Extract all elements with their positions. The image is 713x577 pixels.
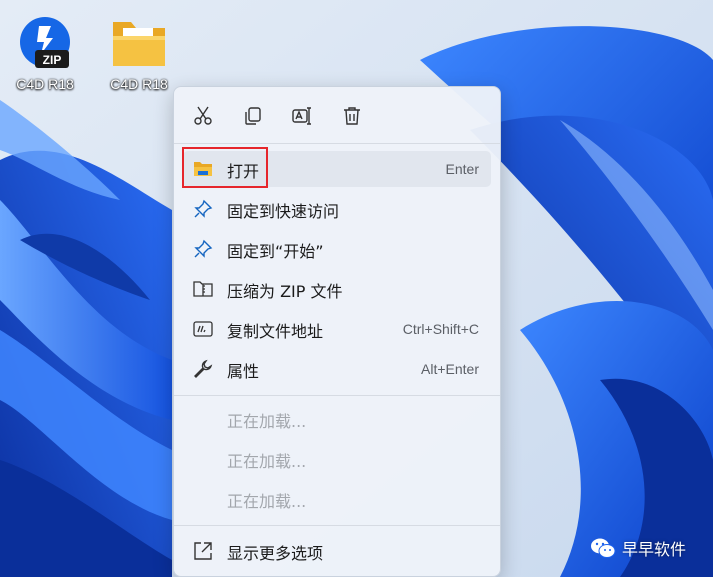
menu-item-shortcut: Alt+Enter bbox=[421, 361, 479, 377]
separator bbox=[174, 143, 500, 144]
separator bbox=[174, 525, 500, 526]
pin-icon bbox=[193, 239, 213, 259]
desktop: ZIP C4D R18 C4D R18 打开 Enter 固定到快速访问 固定到… bbox=[0, 0, 713, 577]
desktop-icon-label: C4D R18 bbox=[110, 76, 168, 92]
menu-item-label: 正在加载... bbox=[227, 492, 307, 511]
menu-item-shortcut: Enter bbox=[445, 161, 479, 177]
menu-item-label: 固定到快速访问 bbox=[227, 202, 340, 221]
watermark-text: 早早软件 bbox=[622, 540, 687, 559]
rename-icon[interactable] bbox=[289, 103, 315, 129]
menu-item-label: 正在加载... bbox=[227, 412, 307, 431]
menu-item-loading: 正在加载... bbox=[183, 401, 491, 437]
trash-icon[interactable] bbox=[339, 103, 365, 129]
separator bbox=[174, 395, 500, 396]
scissors-icon[interactable] bbox=[190, 103, 216, 129]
expand-icon bbox=[193, 541, 213, 561]
desktop-icon-zip[interactable]: ZIP C4D R18 bbox=[10, 14, 80, 92]
zip-archive-icon: ZIP bbox=[17, 14, 73, 74]
menu-item-pin-quick-access[interactable]: 固定到快速访问 bbox=[183, 191, 491, 227]
menu-item-label: 压缩为 ZIP 文件 bbox=[227, 282, 343, 301]
menu-item-properties[interactable]: 属性 Alt+Enter bbox=[183, 351, 491, 387]
menu-item-label: 复制文件地址 bbox=[227, 322, 324, 341]
context-menu-toolbar bbox=[174, 87, 500, 143]
menu-item-shortcut: Ctrl+Shift+C bbox=[402, 321, 479, 337]
watermark: 早早软件 bbox=[590, 536, 686, 560]
zip-folder-icon bbox=[193, 279, 213, 299]
menu-item-loading: 正在加载... bbox=[183, 481, 491, 517]
menu-item-pin-start[interactable]: 固定到“开始” bbox=[183, 231, 491, 267]
svg-text:ZIP: ZIP bbox=[43, 53, 62, 67]
folder-icon bbox=[109, 14, 169, 74]
copy-icon[interactable] bbox=[240, 103, 266, 129]
menu-item-label: 正在加载... bbox=[227, 452, 307, 471]
menu-item-label: 显示更多选项 bbox=[227, 544, 324, 563]
desktop-icon-folder[interactable]: C4D R18 bbox=[104, 14, 174, 92]
highlight-box bbox=[182, 147, 268, 188]
menu-item-compress-zip[interactable]: 压缩为 ZIP 文件 bbox=[183, 271, 491, 307]
menu-item-show-more-options[interactable]: 显示更多选项 bbox=[183, 533, 491, 569]
menu-item-label: 属性 bbox=[227, 362, 260, 381]
wechat-icon bbox=[590, 537, 616, 559]
menu-item-loading: 正在加载... bbox=[183, 441, 491, 477]
desktop-icon-label: C4D R18 bbox=[16, 76, 74, 92]
pin-icon bbox=[193, 199, 213, 219]
menu-item-label: 固定到“开始” bbox=[227, 242, 324, 261]
menu-item-copy-path[interactable]: 复制文件地址 Ctrl+Shift+C bbox=[183, 311, 491, 347]
copy-path-icon bbox=[193, 319, 213, 339]
wrench-icon bbox=[193, 359, 213, 379]
